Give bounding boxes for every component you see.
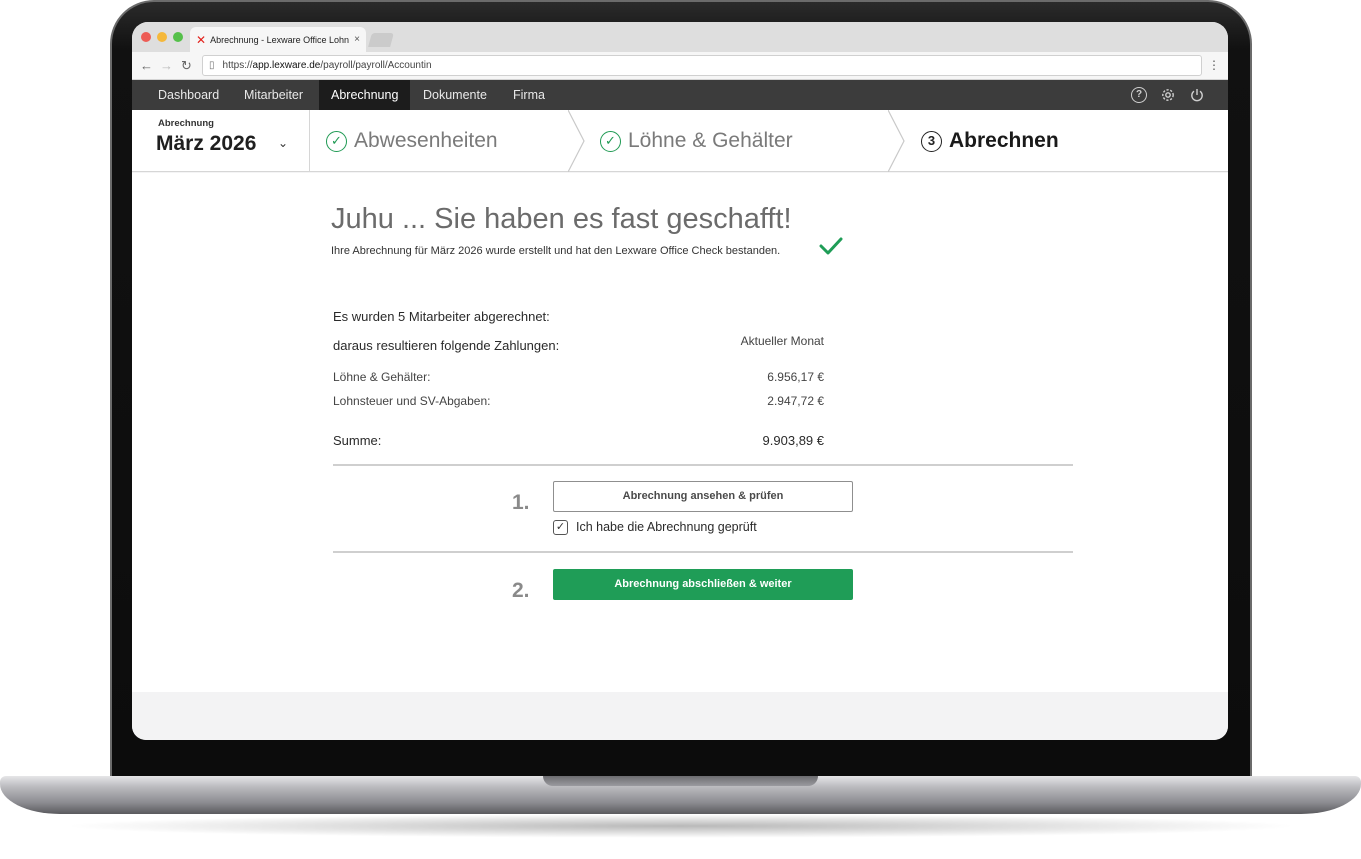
url-protocol: https://: [222, 60, 253, 71]
payment-value: 2.947,72 €: [767, 394, 824, 408]
url-path: /payroll/payroll/Accountin: [320, 60, 432, 71]
screen: ✕ Abrechnung - Lexware Office Lohn × ← →…: [132, 22, 1228, 740]
page-footer: [132, 692, 1228, 740]
forward-arrow-icon[interactable]: →: [160, 58, 173, 73]
laptop-notch: [543, 776, 818, 786]
period-label: Abrechnung: [158, 118, 214, 129]
browser-menu-icon[interactable]: ⋮: [1208, 58, 1220, 72]
new-tab-button[interactable]: [368, 33, 394, 47]
nav-item-firma[interactable]: Firma: [513, 80, 545, 110]
window-zoom-dot[interactable]: [173, 32, 183, 42]
payment-label: Löhne & Gehälter:: [333, 370, 431, 384]
browser-tabbar: ✕ Abrechnung - Lexware Office Lohn ×: [132, 22, 1228, 52]
page-title: Juhu ... Sie haben es fast geschafft!: [331, 203, 792, 235]
step-separator: [568, 110, 585, 172]
chevron-down-icon: ⌄: [278, 136, 289, 150]
lexware-logo-icon: ✕: [196, 32, 207, 47]
window-close-dot[interactable]: [141, 32, 151, 42]
divider: [333, 464, 1073, 466]
power-icon[interactable]: [1189, 87, 1205, 103]
browser-tab[interactable]: ✕ Abrechnung - Lexware Office Lohn ×: [190, 27, 366, 52]
payment-label: Lohnsteuer und SV-Abgaben:: [333, 394, 491, 408]
reviewed-checkbox-label[interactable]: Ich habe die Abrechnung geprüft: [576, 520, 757, 534]
page-info-icon[interactable]: ▯: [209, 60, 215, 71]
step-loehne-gehaelter[interactable]: ✓ Löhne & Gehälter: [600, 110, 793, 172]
reload-icon[interactable]: ↻: [181, 58, 192, 74]
check-circle-icon: ✓: [600, 130, 621, 152]
back-arrow-icon[interactable]: ←: [140, 58, 153, 73]
payments-intro: daraus resultieren folgende Zahlungen:: [333, 338, 560, 353]
step-header: Abrechnung März 2026 ⌄ ✓ Abwesenheiten ✓…: [132, 110, 1228, 172]
sum-label: Summe:: [333, 433, 382, 448]
step-abwesenheiten[interactable]: ✓ Abwesenheiten: [326, 110, 498, 172]
gear-icon[interactable]: [1160, 87, 1176, 103]
check-circle-icon: ✓: [326, 130, 347, 152]
tab-close-icon[interactable]: ×: [354, 34, 360, 45]
period-value: März 2026: [156, 132, 257, 155]
payment-value: 6.956,17 €: [767, 370, 824, 384]
step-label: Abwesenheiten: [354, 129, 498, 152]
action-step-number: 1.: [512, 491, 530, 514]
finish-payroll-button[interactable]: Abrechnung abschließen & weiter: [553, 569, 853, 600]
main-content: Juhu ... Sie haben es fast geschafft! Ih…: [132, 173, 1228, 692]
help-icon[interactable]: ?: [1131, 87, 1147, 103]
reviewed-checkbox[interactable]: ✓: [553, 520, 568, 535]
nav-item-dashboard[interactable]: Dashboard: [158, 80, 219, 110]
period-selector[interactable]: Abrechnung März 2026 ⌄: [132, 110, 310, 172]
success-check-icon: [819, 237, 843, 255]
step-separator: [888, 110, 905, 172]
step-abrechnen[interactable]: 3 Abrechnen: [921, 110, 1059, 172]
window-minimize-dot[interactable]: [157, 32, 167, 42]
browser-addressbar: ← → ↻ ▯ https:// app.lexware.de /payroll…: [132, 52, 1228, 80]
divider: [333, 551, 1073, 553]
laptop-shadow: [60, 814, 1301, 838]
step-number: 3: [921, 130, 942, 152]
column-header-current-month: Aktueller Monat: [740, 334, 824, 348]
action-step-number: 2.: [512, 579, 530, 602]
url-host: app.lexware.de: [252, 60, 321, 71]
browser-tab-title: Abrechnung - Lexware Office Lohn: [210, 34, 349, 45]
employees-summary: Es wurden 5 Mitarbeiter abgerechnet:: [333, 309, 550, 324]
nav-item-mitarbeiter[interactable]: Mitarbeiter: [244, 80, 303, 110]
status-message: Ihre Abrechnung für März 2026 wurde erst…: [331, 245, 781, 257]
nav-item-abrechnung[interactable]: Abrechnung: [319, 80, 411, 110]
step-label: Abrechnen: [949, 129, 1059, 152]
nav-item-dokumente[interactable]: Dokumente: [423, 80, 487, 110]
step-label: Löhne & Gehälter: [628, 129, 793, 152]
app-nav: Dashboard Mitarbeiter Abrechnung Dokumen…: [132, 80, 1228, 110]
sum-value: 9.903,89 €: [762, 433, 824, 448]
review-payroll-button[interactable]: Abrechnung ansehen & prüfen: [553, 481, 853, 512]
url-input[interactable]: ▯ https:// app.lexware.de /payroll/payro…: [202, 55, 1202, 76]
